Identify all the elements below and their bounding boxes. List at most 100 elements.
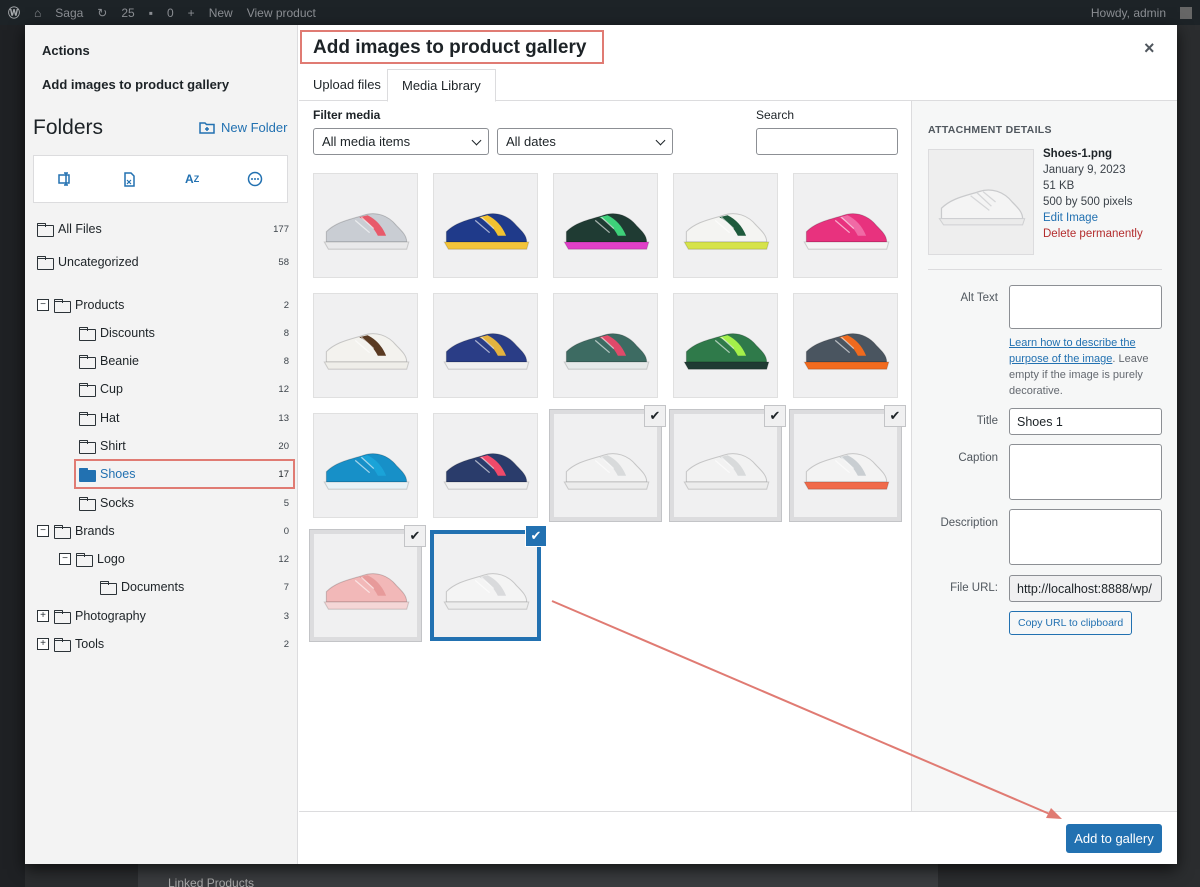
selected-check-icon[interactable]: ✔ xyxy=(644,405,666,427)
shoe-image xyxy=(443,573,530,610)
details-filename: Shoes-1.png xyxy=(1043,148,1113,160)
search-input[interactable] xyxy=(756,128,898,155)
collapse-toggle[interactable]: − xyxy=(37,525,49,537)
folder-beanie[interactable]: Beanie 8 xyxy=(79,350,289,372)
folder-toolbar: AZ xyxy=(33,155,288,203)
shoe-image xyxy=(563,213,650,250)
caption-field[interactable] xyxy=(1009,444,1162,500)
folder-count: 20 xyxy=(278,440,289,452)
edit-image-link[interactable]: Edit Image xyxy=(1043,210,1143,226)
more-options-icon[interactable] xyxy=(243,167,267,191)
folder-discounts[interactable]: Discounts 8 xyxy=(79,322,289,344)
add-to-gallery-button[interactable]: Add to gallery xyxy=(1066,824,1162,853)
new-link[interactable]: New xyxy=(209,6,233,20)
folder-cup[interactable]: Cup 12 xyxy=(79,378,289,400)
media-thumbnail[interactable] xyxy=(433,413,538,518)
media-thumbnail[interactable] xyxy=(673,293,778,398)
folder-logo[interactable]: − Logo 12 xyxy=(59,548,289,570)
media-thumbnail[interactable] xyxy=(553,173,658,278)
alt-text-field[interactable] xyxy=(1009,285,1162,329)
tab-upload-files[interactable]: Upload files xyxy=(299,69,395,101)
selected-check-icon[interactable]: ✔ xyxy=(884,405,906,427)
media-thumbnail[interactable] xyxy=(793,293,898,398)
folder-socks[interactable]: Socks 5 xyxy=(79,492,289,514)
admin-sidebar xyxy=(0,25,25,887)
action-add-gallery[interactable]: Add images to product gallery xyxy=(42,77,229,92)
folder-label: Photography xyxy=(75,609,146,623)
folders-heading: Folders xyxy=(33,116,104,139)
date-select[interactable]: All dates xyxy=(497,128,673,155)
shoe-image xyxy=(938,189,1026,226)
selected-check-icon[interactable]: ✔ xyxy=(404,525,426,547)
folder-icon xyxy=(79,440,96,454)
folder-label: Socks xyxy=(100,496,135,510)
site-name-link[interactable]: Saga xyxy=(55,6,83,20)
folder-icon xyxy=(79,327,96,341)
avatar[interactable] xyxy=(1180,6,1192,19)
folder-icon xyxy=(100,581,117,595)
folder-shirt[interactable]: Shirt 20 xyxy=(79,435,289,457)
tab-media-library[interactable]: Media Library xyxy=(387,69,496,102)
title-label: Title xyxy=(976,415,998,427)
chevron-down-icon xyxy=(655,135,666,146)
folder-hat[interactable]: Hat 13 xyxy=(79,407,289,429)
folder-count: 177 xyxy=(273,223,289,235)
copy-url-button[interactable]: Copy URL to clipboard xyxy=(1009,611,1133,635)
search-label: Search xyxy=(756,108,795,122)
media-thumbnail[interactable] xyxy=(313,413,418,518)
media-thumbnail[interactable] xyxy=(313,173,418,278)
comments-count[interactable]: 0 xyxy=(167,6,174,20)
folder-count: 12 xyxy=(278,383,289,395)
media-thumbnail[interactable] xyxy=(793,173,898,278)
new-folder-button[interactable]: New Folder xyxy=(199,120,287,135)
delete-permanently-link[interactable]: Delete permanently xyxy=(1043,226,1143,242)
linked-products-label: Linked Products xyxy=(168,876,255,887)
folder-label: Uncategorized xyxy=(58,255,139,269)
delete-icon[interactable] xyxy=(117,167,141,191)
home-icon: ⌂ xyxy=(34,5,42,20)
folder-icon xyxy=(79,412,96,426)
folder-icon xyxy=(79,383,96,397)
title-field[interactable]: Shoes 1 xyxy=(1009,408,1162,435)
details-heading: ATTACHMENT DETAILS xyxy=(928,124,1052,136)
folder-count: 13 xyxy=(278,412,289,424)
folder-plus-icon xyxy=(199,122,215,134)
folder-uncategorized[interactable]: Uncategorized 58 xyxy=(37,251,289,273)
collapse-toggle[interactable]: − xyxy=(37,299,49,311)
plus-icon: + xyxy=(187,5,195,20)
view-product-link[interactable]: View product xyxy=(247,6,316,20)
selected-check-icon[interactable]: ✔ xyxy=(764,405,786,427)
wordpress-logo-icon[interactable]: Ⓦ xyxy=(8,4,20,21)
folder-tools[interactable]: + Tools 2 xyxy=(37,633,289,655)
shoes-highlight-box xyxy=(74,459,295,489)
media-type-select[interactable]: All media items xyxy=(313,128,489,155)
howdy-link[interactable]: Howdy, admin xyxy=(1091,6,1166,20)
close-icon[interactable]: × xyxy=(1144,38,1155,59)
shoe-image xyxy=(443,453,530,490)
media-thumbnail[interactable] xyxy=(433,173,538,278)
details-size: 51 KB xyxy=(1043,180,1075,192)
sort-az-icon[interactable]: AZ xyxy=(180,167,204,191)
chevron-down-icon xyxy=(471,135,482,146)
rename-icon[interactable] xyxy=(54,167,78,191)
media-thumbnail[interactable] xyxy=(313,293,418,398)
folder-all-files[interactable]: All Files 177 xyxy=(37,218,289,240)
folder-count: 2 xyxy=(283,638,289,650)
expand-toggle[interactable]: + xyxy=(37,638,49,650)
shoe-image xyxy=(683,453,770,490)
folder-products[interactable]: − Products 2 xyxy=(37,294,289,316)
folder-documents[interactable]: Documents 7 xyxy=(100,576,289,598)
folder-photography[interactable]: + Photography 3 xyxy=(37,605,289,627)
selected-check-icon[interactable]: ✔ xyxy=(525,525,547,547)
select-value: All media items xyxy=(322,134,411,149)
media-thumbnail[interactable] xyxy=(433,293,538,398)
updates-count[interactable]: 25 xyxy=(121,6,134,20)
description-field[interactable] xyxy=(1009,509,1162,565)
folder-label: Beanie xyxy=(100,354,139,368)
file-url-field[interactable]: http://localhost:8888/wp/ xyxy=(1009,575,1162,602)
folder-brands[interactable]: − Brands 0 xyxy=(37,520,289,542)
collapse-toggle[interactable]: − xyxy=(59,553,71,565)
media-thumbnail[interactable] xyxy=(673,173,778,278)
media-thumbnail[interactable] xyxy=(553,293,658,398)
expand-toggle[interactable]: + xyxy=(37,610,49,622)
